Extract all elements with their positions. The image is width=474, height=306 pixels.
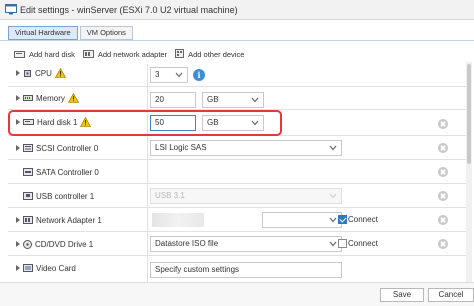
- memory-unit-select[interactable]: GB: [202, 92, 264, 108]
- video-settings-value: Specify custom settings: [155, 265, 240, 274]
- cpu-count-value: 3: [155, 70, 160, 79]
- network-label: Network Adapter 1: [36, 215, 102, 225]
- hardware-row-cpu: CPU 3 i: [8, 64, 468, 87]
- cpu-label: CPU: [35, 68, 52, 78]
- add-network-adapter-label: Add network adapter: [97, 49, 168, 59]
- dialog-footer: Save Cancel: [0, 282, 474, 306]
- cpu-label-group[interactable]: CPU: [16, 67, 66, 79]
- tab-bar: Virtual Hardware VM Options: [8, 26, 133, 40]
- sata-label: SATA Controller 0: [36, 167, 99, 177]
- usb-type-select: USB 3.1: [150, 188, 342, 204]
- cddvd-source-select[interactable]: Datastore ISO file: [150, 236, 342, 252]
- warning-icon: [67, 93, 79, 103]
- cancel-button[interactable]: Cancel: [428, 288, 474, 302]
- expand-caret-icon[interactable]: [16, 145, 20, 151]
- scsi-type-value: LSI Logic SAS: [155, 143, 207, 152]
- sata-controller-icon: [23, 168, 33, 176]
- network-connect-checkbox[interactable]: [338, 215, 347, 224]
- hardware-row-cddvd: CD/DVD Drive 1 Datastore ISO file Connec…: [8, 232, 468, 256]
- chevron-down-icon: [329, 241, 337, 247]
- save-button[interactable]: Save: [380, 288, 424, 302]
- network-select[interactable]: [262, 212, 342, 228]
- scrollbar-thumb[interactable]: [467, 64, 471, 164]
- hard-disk-add-icon: [14, 50, 25, 58]
- sata-label-group: SATA Controller 0: [16, 166, 99, 178]
- cd-dvd-icon: [23, 239, 32, 249]
- add-hard-disk-label: Add hard disk: [29, 49, 75, 59]
- hardware-toolbar: Add hard disk Add network adapter Add ot…: [14, 48, 252, 60]
- chevron-down-icon: [329, 193, 337, 199]
- usb-type-value: USB 3.1: [155, 191, 185, 200]
- title-bar: Edit settings - winServer (ESXi 7.0 U2 v…: [0, 0, 474, 20]
- tab-virtual-hardware[interactable]: Virtual Hardware: [8, 26, 78, 40]
- hardware-row-memory: Memory 20 GB: [8, 87, 468, 110]
- cddvd-label: CD/DVD Drive 1: [35, 239, 94, 249]
- video-settings-select[interactable]: Specify custom settings: [150, 262, 342, 278]
- cddvd-source-value: Datastore ISO file: [155, 239, 219, 248]
- usb-label-group: USB controller 1: [16, 190, 94, 202]
- scsi-controller-icon: [23, 144, 33, 152]
- usb-label: USB controller 1: [36, 191, 95, 201]
- network-label-group[interactable]: Network Adapter 1: [16, 214, 102, 226]
- memory-icon: [23, 95, 33, 101]
- chevron-down-icon: [175, 72, 183, 78]
- expand-caret-icon[interactable]: [16, 265, 20, 271]
- hardware-row-video: Video Card Specify custom settings: [8, 256, 468, 282]
- video-label: Video Card: [36, 263, 76, 273]
- video-label-group[interactable]: Video Card: [16, 262, 76, 274]
- add-other-device-label: Add other device: [188, 49, 245, 59]
- window-title: Edit settings - winServer (ESXi 7.0 U2 v…: [20, 5, 238, 15]
- memory-unit-value: GB: [207, 95, 219, 104]
- cddvd-label-group[interactable]: CD/DVD Drive 1: [16, 238, 93, 250]
- chevron-down-icon: [329, 217, 337, 223]
- expand-caret-icon[interactable]: [16, 241, 20, 247]
- remove-device-icon[interactable]: [438, 143, 448, 153]
- hardware-row-network: Network Adapter 1 Connect: [8, 208, 468, 232]
- scsi-label-group[interactable]: SCSI Controller 0: [16, 142, 98, 154]
- usb-controller-icon: [23, 192, 33, 200]
- network-adapter-add-icon: [82, 49, 94, 58]
- tab-divider: [0, 40, 474, 41]
- chevron-down-icon: [251, 97, 259, 103]
- expand-caret-icon[interactable]: [16, 95, 20, 101]
- remove-device-icon[interactable]: [438, 167, 448, 177]
- hard-disk-highlight: [8, 110, 282, 136]
- video-card-icon: [23, 264, 33, 272]
- add-network-adapter-button[interactable]: Add network adapter: [82, 49, 168, 59]
- cpu-count-select[interactable]: 3: [150, 67, 188, 83]
- memory-size-value: 20: [155, 95, 164, 104]
- remove-device-icon[interactable]: [438, 119, 448, 129]
- vertical-scrollbar[interactable]: [466, 62, 472, 284]
- remove-device-icon[interactable]: [438, 191, 448, 201]
- scsi-label: SCSI Controller 0: [36, 143, 99, 153]
- add-hard-disk-button[interactable]: Add hard disk: [14, 50, 75, 59]
- network-adapter-icon: [23, 216, 33, 224]
- hardware-row-sata: SATA Controller 0: [8, 160, 468, 184]
- tab-vm-options[interactable]: VM Options: [79, 26, 133, 40]
- warning-icon: [54, 68, 66, 78]
- vm-edit-icon: [5, 4, 17, 15]
- network-connect-label: Connect: [348, 215, 378, 224]
- remove-device-icon[interactable]: [438, 239, 448, 249]
- info-icon[interactable]: i: [193, 69, 205, 81]
- expand-caret-icon[interactable]: [16, 70, 20, 76]
- add-other-device-button[interactable]: Add other device: [175, 49, 244, 59]
- cddvd-connect-checkbox[interactable]: [338, 239, 347, 248]
- hardware-row-usb: USB controller 1 USB 3.1: [8, 184, 468, 208]
- memory-label: Memory: [36, 93, 65, 103]
- expand-caret-icon[interactable]: [16, 217, 20, 223]
- network-name-redacted: [152, 213, 204, 227]
- memory-label-group[interactable]: Memory: [16, 92, 79, 104]
- remove-device-icon[interactable]: [438, 215, 448, 225]
- memory-size-input[interactable]: 20: [150, 92, 196, 108]
- scsi-type-select[interactable]: LSI Logic SAS: [150, 140, 342, 156]
- hardware-row-scsi: SCSI Controller 0 LSI Logic SAS: [8, 136, 468, 160]
- other-device-add-icon: [175, 49, 185, 58]
- cddvd-connect-label: Connect: [348, 239, 378, 248]
- cpu-icon: [24, 69, 31, 77]
- chevron-down-icon: [329, 145, 337, 151]
